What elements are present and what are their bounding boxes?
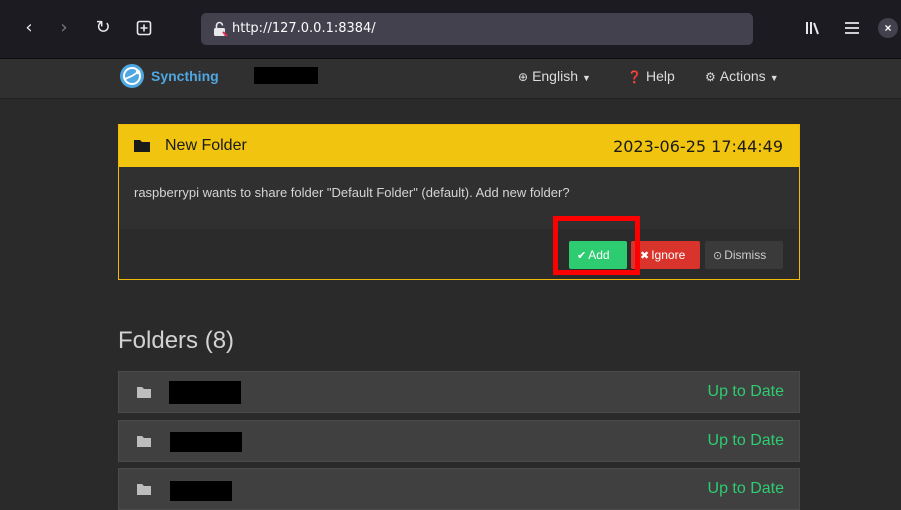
folder-row[interactable]: Up to Date — [118, 468, 800, 510]
caret-down-icon: ▼ — [769, 73, 779, 83]
url-bar[interactable]: http://127.0.0.1:8384/ — [201, 13, 753, 45]
notification-title: New Folder — [165, 137, 247, 154]
forward-icon[interactable]: › — [53, 16, 75, 40]
notification-footer: ✔ Add ✖ Ignore ⊙ Dismiss — [119, 229, 799, 279]
folder-icon — [134, 140, 150, 152]
folder-icon — [137, 484, 151, 495]
redacted-folder-name — [170, 481, 232, 501]
add-button-highlight — [553, 216, 640, 275]
reload-icon[interactable]: ↻ — [92, 16, 114, 40]
question-circle-icon: ❓ — [627, 70, 642, 84]
hamburger-icon[interactable] — [844, 16, 860, 43]
folder-status: Up to Date — [707, 383, 784, 400]
folder-status: Up to Date — [707, 480, 784, 497]
language-menu[interactable]: ⊕ English ▼ — [518, 68, 591, 84]
x-icon: ✖ — [640, 249, 650, 262]
gear-icon: ⚙ — [705, 70, 716, 84]
folder-icon — [137, 387, 151, 398]
folder-icon — [137, 436, 151, 447]
folder-row[interactable]: Up to Date — [118, 371, 800, 413]
help-link[interactable]: ❓ Help — [627, 68, 675, 84]
folders-heading: Folders (8) — [118, 327, 235, 354]
redacted-folder-name — [169, 381, 241, 404]
library-icon[interactable] — [805, 16, 821, 43]
ignore-folder-button[interactable]: ✖ Ignore — [631, 241, 700, 269]
syncthing-logo-icon[interactable] — [119, 63, 145, 89]
folder-status: Up to Date — [707, 432, 784, 449]
notification-date: 2023-06-25 17:44:49 — [613, 137, 783, 156]
brand-name[interactable]: Syncthing — [151, 68, 219, 84]
folder-row[interactable]: Up to Date — [118, 420, 800, 462]
redacted-device-name — [254, 67, 318, 84]
close-icon[interactable]: × — [878, 18, 898, 38]
dismiss-button[interactable]: ⊙ Dismiss — [705, 241, 783, 269]
new-folder-notification: New Folder 2023-06-25 17:44:49 raspberry… — [118, 124, 800, 280]
lock-icon — [214, 21, 228, 37]
url-text: http://127.0.0.1:8384/ — [232, 21, 376, 36]
actions-menu[interactable]: ⚙ Actions ▼ — [705, 68, 779, 84]
caret-down-icon: ▼ — [581, 73, 591, 83]
notification-header: New Folder 2023-06-25 17:44:49 — [119, 125, 799, 167]
globe-icon: ⊕ — [518, 70, 529, 84]
back-icon[interactable]: ‹ — [18, 16, 40, 40]
redacted-folder-name — [170, 432, 242, 452]
clock-icon: ⊙ — [713, 249, 723, 262]
browser-toolbar: ‹ › ↻ http://127.0.0.1:8384/ × — [0, 0, 901, 58]
app-navbar: Syncthing ⊕ English ▼ ❓ Help ⚙ Actions ▼ — [0, 59, 901, 99]
notification-message: raspberrypi wants to share folder "Defau… — [134, 185, 570, 200]
plus-square-icon[interactable] — [133, 16, 155, 40]
